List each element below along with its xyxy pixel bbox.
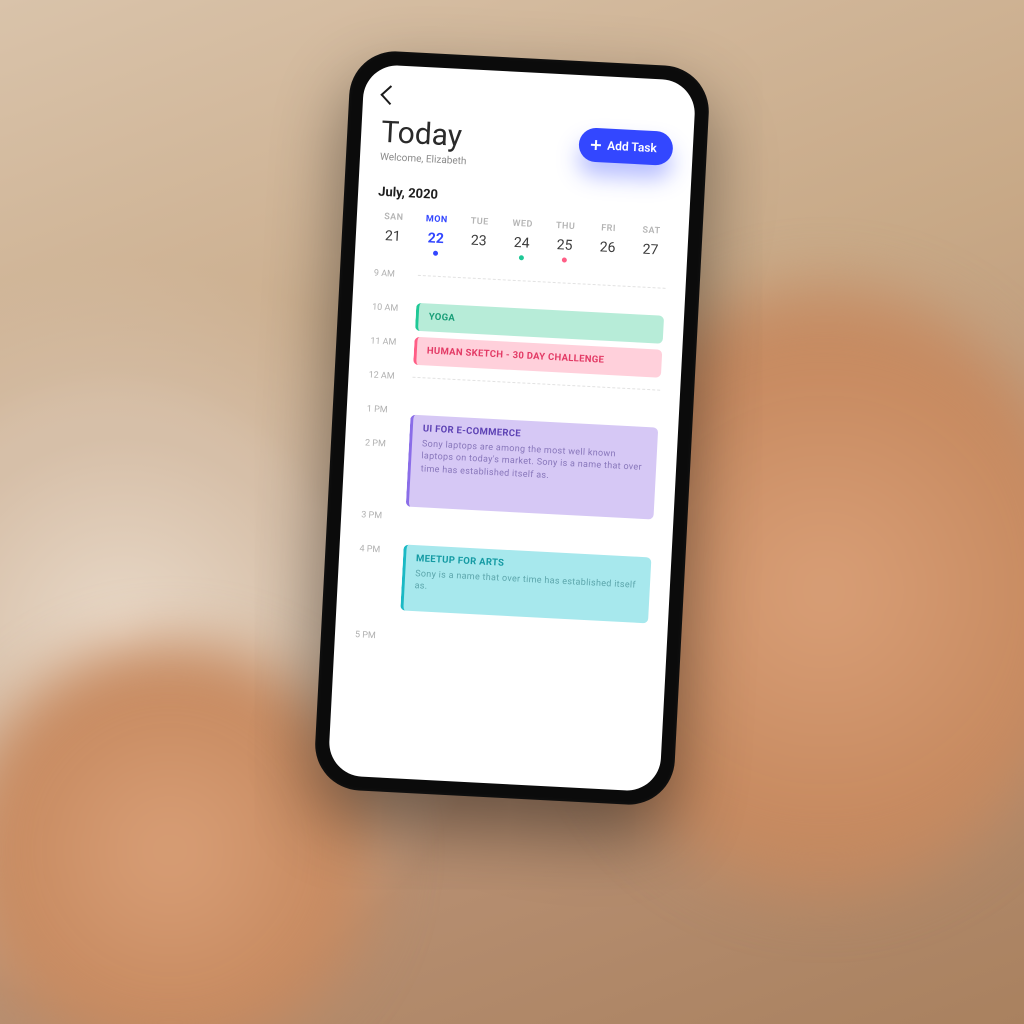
day-cell[interactable]: FRI 26	[590, 222, 626, 265]
day-cell[interactable]: SAT 27	[633, 225, 669, 268]
day-number: 22	[418, 229, 453, 247]
hour-label: 10 AM	[371, 300, 405, 336]
day-event-dot	[561, 257, 566, 262]
day-cell[interactable]: MON 22	[418, 213, 454, 256]
hour-divider	[418, 274, 666, 288]
day-cell[interactable]: TUE 23	[461, 216, 497, 259]
hour-label: 4 PM	[355, 542, 391, 630]
day-event-dot	[432, 250, 437, 255]
hour-label: 1 PM	[365, 402, 399, 438]
day-number: 21	[375, 227, 410, 245]
day-of-week-label: THU	[548, 220, 582, 232]
day-of-week-label: SAT	[634, 225, 668, 237]
header-text-block: Today Welcome, Elizabeth	[380, 117, 469, 167]
hour-label: 3 PM	[360, 508, 394, 544]
add-task-button[interactable]: Add Task	[578, 127, 673, 166]
hour-label: 2 PM	[362, 436, 398, 510]
day-number: 27	[633, 241, 668, 259]
day-cell[interactable]: THU 25	[547, 220, 583, 263]
day-cell[interactable]: WED 24	[504, 218, 540, 261]
day-number: 25	[547, 236, 582, 254]
day-number: 24	[504, 234, 539, 252]
timeline: 9 AM 10 AM YOGA 11 AM HUMAN SKE	[354, 266, 666, 677]
day-event-dot	[518, 255, 523, 260]
day-cell[interactable]: SAN 21	[375, 211, 411, 254]
scene-backdrop: Today Welcome, Elizabeth Add Task July, …	[0, 0, 1024, 1024]
week-strip: SAN 21 MON 22 TUE 23 WED 24 THU 25 FRI 26 SAT 27	[375, 211, 669, 267]
day-event-dot	[475, 252, 480, 257]
day-number: 23	[461, 232, 496, 250]
day-of-week-label: WED	[505, 218, 539, 230]
event-arts[interactable]: MEETUP FOR ARTS Sony is a name that over…	[400, 544, 651, 623]
hour-label: 9 AM	[373, 266, 407, 302]
day-of-week-label: MON	[420, 213, 454, 225]
day-of-week-label: TUE	[463, 216, 497, 228]
event-title: YOGA	[428, 311, 653, 336]
day-of-week-label: SAN	[377, 211, 411, 223]
month-label: July, 2020	[378, 184, 670, 214]
day-event-dot	[647, 261, 652, 266]
hour-label: 11 AM	[369, 334, 403, 370]
plus-icon	[591, 140, 602, 151]
day-event-dot	[389, 248, 394, 253]
day-event-dot	[604, 259, 609, 264]
hour-label: 12 AM	[367, 368, 401, 404]
event-description: Sony laptops are among the most well kno…	[420, 439, 647, 487]
add-task-label: Add Task	[607, 139, 657, 156]
phone-frame: Today Welcome, Elizabeth Add Task July, …	[313, 49, 711, 807]
hour-label: 5 PM	[354, 628, 388, 664]
event-title: HUMAN SKETCH - 30 DAY CHALLENGE	[427, 345, 652, 370]
event-ecommerce[interactable]: UI FOR E-COMMERCE Sony laptops are among…	[406, 414, 658, 519]
day-number: 26	[590, 238, 625, 256]
day-of-week-label: FRI	[591, 222, 625, 234]
back-icon[interactable]	[380, 85, 400, 105]
app-screen: Today Welcome, Elizabeth Add Task July, …	[328, 64, 697, 792]
page-title: Today	[380, 117, 468, 153]
